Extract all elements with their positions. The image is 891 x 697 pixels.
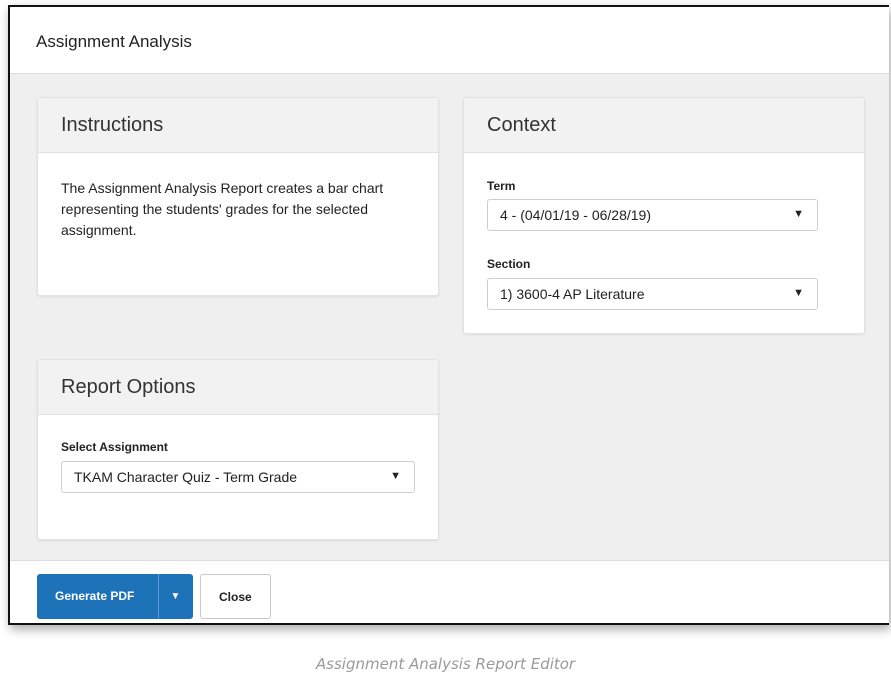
assignment-select-value: TKAM Character Quiz - Term Grade [74, 469, 298, 485]
term-select[interactable]: 4 - (04/01/19 - 06/28/19) ▼ [487, 199, 818, 231]
caret-down-icon: ▼ [793, 287, 804, 299]
instructions-card-header: Instructions [38, 98, 438, 153]
instructions-text: The Assignment Analysis Report creates a… [61, 180, 384, 238]
report-options-card: Report Options Select Assignment TKAM Ch… [37, 359, 439, 540]
assignment-select[interactable]: TKAM Character Quiz - Term Grade ▼ [61, 461, 415, 493]
section-select-value: 1) 3600-4 AP Literature [500, 286, 645, 302]
report-options-heading: Report Options [61, 376, 196, 398]
caret-down-icon: ▼ [793, 208, 804, 220]
context-card-header: Context [464, 98, 864, 153]
window-header: Assignment Analysis [10, 7, 889, 74]
close-button[interactable]: Close [200, 574, 271, 619]
section-label: Section [487, 257, 531, 271]
instructions-heading: Instructions [61, 114, 164, 136]
context-heading: Context [487, 114, 556, 136]
close-label: Close [219, 590, 252, 604]
action-bar: Generate PDF ▼ Close [10, 560, 889, 623]
term-label: Term [487, 179, 516, 193]
context-card: Context Term 4 - (04/01/19 - 06/28/19) ▼… [463, 97, 865, 334]
instructions-card: Instructions The Assignment Analysis Rep… [37, 97, 439, 296]
generate-pdf-label: Generate PDF [55, 589, 135, 603]
assignment-label: Select Assignment [61, 440, 168, 454]
generate-pdf-button[interactable]: Generate PDF ▼ [37, 574, 193, 619]
section-select[interactable]: 1) 3600-4 AP Literature ▼ [487, 278, 818, 310]
report-options-card-header: Report Options [38, 360, 438, 415]
caret-down-icon[interactable]: ▼ [158, 574, 193, 619]
caret-down-icon: ▼ [390, 470, 401, 482]
page-title: Assignment Analysis [36, 32, 192, 51]
term-select-value: 4 - (04/01/19 - 06/28/19) [500, 207, 651, 223]
figure-caption: Assignment Analysis Report Editor [315, 655, 576, 673]
report-editor-window: Assignment Analysis Instructions The Ass… [8, 5, 889, 625]
